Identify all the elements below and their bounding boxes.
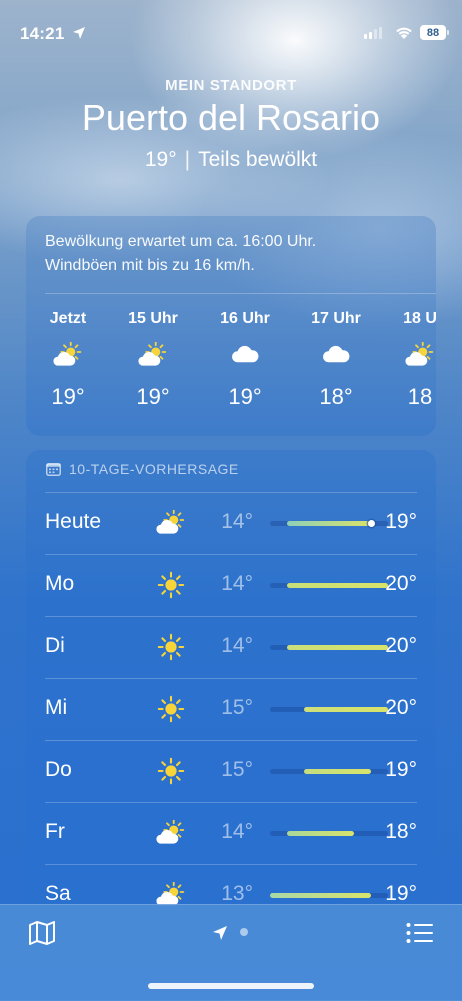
page-indicator-dot[interactable] <box>240 928 248 936</box>
hour-temperature: 18 <box>407 384 433 409</box>
partly-cloudy-icon <box>153 507 189 539</box>
forecast-day-row[interactable]: Di 14° 20° <box>45 616 417 678</box>
calendar-icon <box>46 463 61 476</box>
low-temperature: 14° <box>221 820 253 843</box>
hour-label: 15 Uhr <box>128 310 178 327</box>
day-label: Mi <box>45 696 68 719</box>
temperature-range-bar <box>270 645 388 650</box>
ten-day-forecast-card[interactable]: 10-TAGE-VORHERSAGE Heute 14° 19° Mo 14° 20° Di… <box>26 450 436 910</box>
sun-icon <box>153 569 189 601</box>
temperature-range-bar <box>270 707 388 712</box>
location-services-icon <box>73 27 85 39</box>
cellular-signal-icon <box>364 27 382 39</box>
map-icon[interactable] <box>28 920 56 946</box>
high-temperature: 18° <box>385 820 417 843</box>
low-temperature: 14° <box>221 634 253 657</box>
cloud-icon <box>215 342 275 370</box>
hourly-item: 18 U 18 <box>390 310 436 410</box>
sun-icon <box>153 693 189 725</box>
temperature-range-fill <box>286 583 388 588</box>
high-temperature: 20° <box>385 696 417 719</box>
temperature-range-fill <box>286 521 372 526</box>
sun-icon <box>153 631 189 663</box>
day-label: Heute <box>45 510 102 533</box>
battery-indicator: 88 <box>420 25 449 40</box>
sun-icon <box>153 755 189 787</box>
temperature-range-fill <box>270 893 372 898</box>
hourly-item: Jetzt 19° <box>38 310 98 410</box>
location-label: MEIN STANDORT <box>165 77 297 94</box>
hourly-item: 15 Uhr 19° <box>123 310 183 410</box>
separator: | <box>184 148 191 171</box>
day-label: Mo <box>45 572 75 595</box>
temperature-range-fill <box>286 831 355 836</box>
low-temperature: 14° <box>221 510 253 533</box>
hour-temperature: 19° <box>136 384 170 409</box>
temperature-range-bar <box>270 831 388 836</box>
divider <box>45 616 417 617</box>
temperature-range-bar <box>270 583 388 588</box>
partly-cloudy-icon <box>38 342 98 370</box>
low-temperature: 14° <box>221 572 253 595</box>
high-temperature: 19° <box>385 882 417 905</box>
forecast-day-row[interactable]: Heute 14° 19° <box>45 492 417 554</box>
hour-label: 16 Uhr <box>220 310 270 327</box>
high-temperature: 20° <box>385 634 417 657</box>
forecast-summary: Bewölkung erwartet um ca. 16:00 Uhr. Win… <box>45 233 317 274</box>
bottom-toolbar <box>0 904 462 1001</box>
divider <box>45 678 417 679</box>
divider <box>45 864 417 865</box>
temperature-range-fill <box>303 769 372 774</box>
current-conditions: 19° | Teils bewölkt <box>0 148 462 172</box>
hour-temperature: 19° <box>228 384 262 409</box>
high-temperature: 19° <box>385 510 417 533</box>
high-temperature: 19° <box>385 758 417 781</box>
home-indicator <box>148 983 314 989</box>
hourly-forecast-card[interactable]: Bewölkung erwartet um ca. 16:00 Uhr. Win… <box>26 216 436 436</box>
partly-cloudy-icon <box>153 817 189 849</box>
day-label: Di <box>45 634 65 657</box>
partly-cloudy-icon <box>123 342 183 370</box>
low-temperature: 15° <box>221 696 253 719</box>
status-bar: 14:21 88 <box>0 0 462 60</box>
divider <box>45 492 417 493</box>
forecast-day-row[interactable]: Mo 14° 20° <box>45 554 417 616</box>
ten-day-header: 10-TAGE-VORHERSAGE <box>46 461 239 477</box>
current-temperature: 19° <box>144 148 177 171</box>
forecast-day-row[interactable]: Mi 15° 20° <box>45 678 417 740</box>
temperature-range-bar <box>270 769 388 774</box>
wifi-icon <box>396 27 412 39</box>
day-label: Do <box>45 758 72 781</box>
hourly-item: 17 Uhr 18° <box>306 310 366 410</box>
condition-text: Teils bewölkt <box>198 148 318 171</box>
temperature-range-bar <box>270 520 388 527</box>
low-temperature: 15° <box>221 758 253 781</box>
partly-cloudy-icon <box>390 342 436 370</box>
hour-label: 18 U <box>403 310 436 327</box>
day-label: Fr <box>45 820 65 843</box>
location-arrow-icon[interactable] <box>212 925 228 941</box>
low-temperature: 13° <box>221 882 253 905</box>
list-icon[interactable] <box>406 922 434 944</box>
temperature-range-bar <box>270 893 388 898</box>
high-temperature: 20° <box>385 572 417 595</box>
current-temp-marker <box>367 520 375 527</box>
divider <box>45 293 436 294</box>
divider <box>45 740 417 741</box>
city-name: Puerto del Rosario <box>81 97 381 138</box>
temperature-range-fill <box>303 707 388 712</box>
hour-label: Jetzt <box>49 310 87 327</box>
hour-temperature: 19° <box>51 384 85 409</box>
status-time: 14:21 <box>20 24 65 43</box>
divider <box>45 554 417 555</box>
hour-label: 17 Uhr <box>311 310 361 327</box>
forecast-day-row[interactable]: Do 15° 19° <box>45 740 417 802</box>
day-label: Sa <box>45 882 71 905</box>
cloud-icon <box>306 342 366 370</box>
hour-temperature: 18° <box>319 384 353 409</box>
hourly-item: 16 Uhr 19° <box>215 310 275 410</box>
temperature-range-fill <box>286 645 388 650</box>
divider <box>45 802 417 803</box>
forecast-day-row[interactable]: Fr 14° 18° <box>45 802 417 864</box>
